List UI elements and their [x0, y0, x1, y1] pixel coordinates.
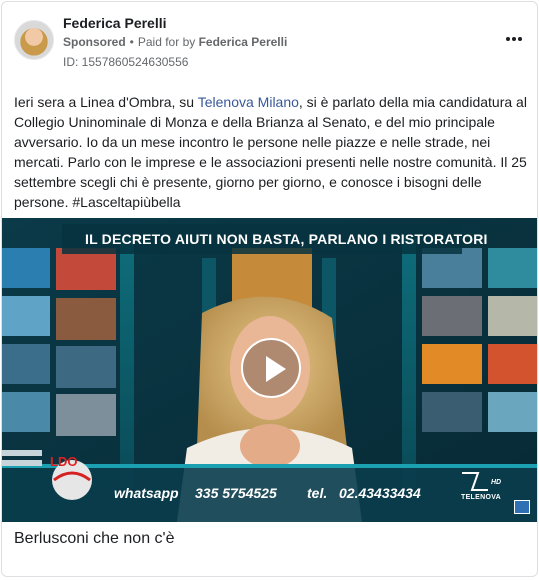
- telenova-link[interactable]: Telenova Milano: [198, 94, 299, 110]
- paid-for-prefix: Paid for by: [137, 35, 196, 49]
- sponsored-label: Sponsored: [63, 35, 126, 49]
- broadcaster-logo: TELENOVA: [461, 494, 501, 501]
- post-body: Ieri sera a Linea d'Ombra, su Telenova M…: [14, 92, 529, 212]
- video-headline: IL DECRETO AIUTI NON BASTA, PARLANO I RI…: [85, 231, 488, 247]
- ad-id: ID: 1557860524630556: [63, 55, 189, 69]
- whatsapp-label: whatsapp: [114, 485, 179, 501]
- corner-badge-icon: [514, 500, 530, 514]
- tel-number: 02.43433434: [339, 485, 421, 501]
- author-avatar[interactable]: [14, 20, 54, 60]
- broadcaster-hd-label: HD: [491, 479, 502, 486]
- paid-for-name: Federica Perelli: [198, 35, 288, 49]
- more-options-icon[interactable]: [502, 29, 526, 49]
- ldo-logo: LDO: [50, 454, 78, 469]
- ad-card: Federica Perelli Sponsored • Paid for by F…: [1, 1, 538, 577]
- video-caption: Berlusconi che non c'è: [14, 530, 175, 547]
- author-name[interactable]: Federica Perelli: [63, 15, 167, 31]
- post-text-start: Ieri sera a Linea d'Ombra, su: [14, 94, 198, 110]
- play-icon[interactable]: [241, 338, 301, 398]
- tel-label: tel.: [307, 485, 328, 501]
- sponsor-line: Sponsored • Paid for by Federica Perelli: [63, 35, 287, 49]
- whatsapp-number: 335 5754525: [195, 485, 277, 501]
- post-header: Federica Perelli Sponsored • Paid for by F…: [14, 14, 526, 74]
- post-text-rest: , si è parlato della mia candidatura al …: [14, 94, 527, 210]
- video-player[interactable]: IL DECRETO AIUTI NON BASTA, PARLANO I RI…: [2, 218, 537, 522]
- meta-separator: •: [129, 35, 134, 49]
